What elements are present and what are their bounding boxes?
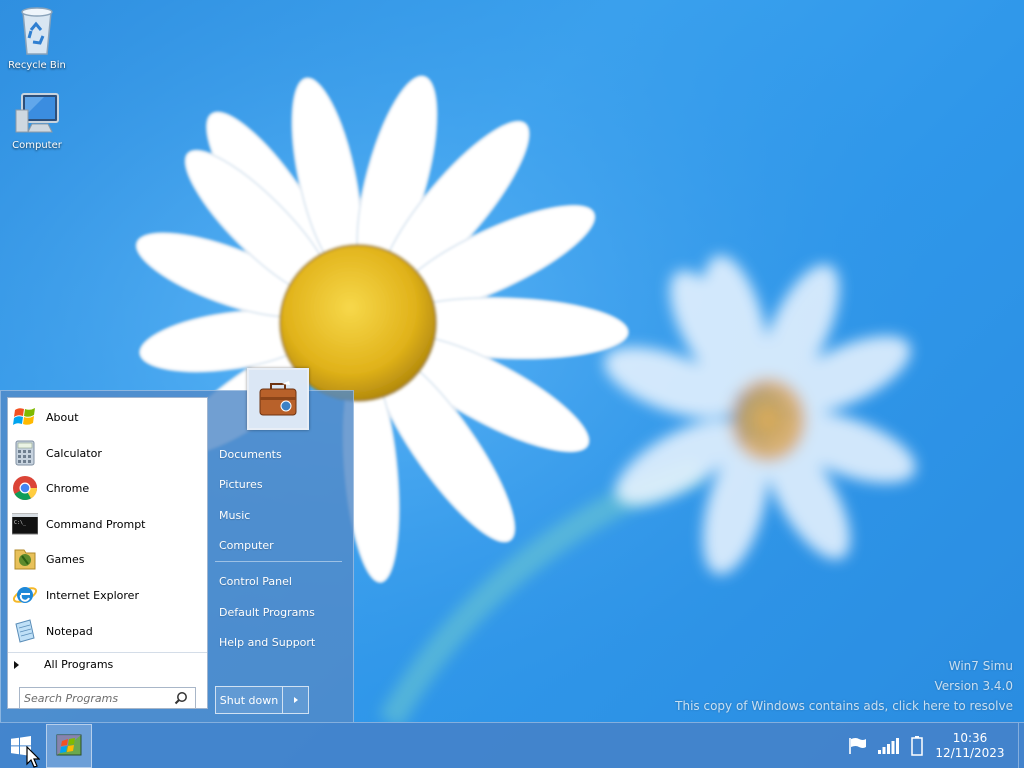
taskbar-pinned-app[interactable]	[46, 724, 92, 768]
watermark-product: Win7 Simu	[948, 659, 1013, 673]
expand-arrow-icon	[14, 660, 19, 669]
briefcase-icon	[259, 381, 297, 416]
desktop-icon-computer[interactable]: Computer	[0, 92, 74, 151]
program-label: Calculator	[46, 446, 102, 460]
notepad-icon	[15, 619, 35, 643]
taskbar: 10:36 12/11/2023	[0, 722, 1024, 768]
taskbar-clock[interactable]: 10:36 12/11/2023	[930, 731, 1010, 761]
chrome-icon	[13, 476, 37, 501]
action-center-flag-icon	[849, 738, 866, 754]
battery-icon	[911, 736, 923, 756]
internet-explorer-icon	[12, 587, 38, 603]
chevron-right-icon	[293, 697, 298, 703]
program-item-command-prompt[interactable]: C:\_ Command Prompt	[8, 507, 207, 541]
action-center-button[interactable]	[848, 735, 868, 757]
mouse-cursor-icon	[26, 746, 40, 768]
desktop-icon-label: Computer	[12, 140, 62, 151]
desktop-icon-label: Recycle Bin	[8, 60, 66, 71]
program-label: About	[46, 410, 79, 424]
windows-flag-icon	[13, 408, 35, 425]
watermark-notice[interactable]: This copy of Windows contains ads, click…	[675, 696, 1013, 716]
desktop-icon-recycle-bin[interactable]: Recycle Bin	[0, 4, 74, 71]
program-label: Internet Explorer	[46, 588, 139, 602]
all-programs-button[interactable]: All Programs	[8, 652, 207, 676]
start-link-default-programs[interactable]: Default Programs	[215, 599, 343, 625]
battery-button[interactable]	[910, 735, 924, 757]
shut-down-button[interactable]: Shut down	[215, 686, 283, 714]
user-picture[interactable]	[247, 368, 309, 430]
program-label: Games	[46, 552, 85, 566]
all-programs-label: All Programs	[44, 658, 114, 671]
signal-bars-icon	[878, 738, 899, 754]
games-icon	[14, 549, 36, 570]
program-item-notepad[interactable]: Notepad	[8, 614, 207, 648]
program-label: Chrome	[46, 481, 90, 495]
shut-down-options-button[interactable]	[283, 686, 309, 714]
search-icon[interactable]	[174, 691, 188, 705]
activation-watermark[interactable]: Win7 Simu Version 3.4.0 This copy of Win…	[675, 656, 1013, 716]
program-item-chrome[interactable]: Chrome	[8, 471, 207, 505]
program-label: Command Prompt	[46, 517, 146, 531]
program-label: Notepad	[46, 624, 93, 638]
start-link-documents[interactable]: Documents	[215, 441, 343, 467]
show-desktop-button[interactable]	[1018, 723, 1024, 768]
start-menu: About Calculator Chrome C:\_ Command Pro…	[0, 368, 354, 722]
start-link-help-and-support[interactable]: Help and Support	[215, 629, 343, 655]
start-link-computer[interactable]: Computer	[215, 532, 343, 558]
start-link-music[interactable]: Music	[215, 502, 343, 528]
start-menu-separator	[215, 561, 342, 562]
recycle-bin-icon	[21, 7, 53, 55]
program-item-about[interactable]: About	[8, 400, 207, 434]
computer-icon	[15, 93, 59, 133]
clock-date: 12/11/2023	[935, 746, 1005, 760]
program-item-games[interactable]: Games	[8, 542, 207, 576]
svg-text:C:\_: C:\_	[14, 520, 27, 526]
watermark-version: Version 3.4.0	[934, 679, 1013, 693]
search-programs-box[interactable]	[19, 687, 196, 709]
start-link-pictures[interactable]: Pictures	[215, 471, 343, 497]
program-item-calculator[interactable]: Calculator	[8, 436, 207, 470]
start-link-control-panel[interactable]: Control Panel	[215, 568, 343, 594]
search-programs-input[interactable]	[24, 689, 174, 707]
network-button[interactable]	[877, 735, 899, 757]
clock-time: 10:36	[952, 731, 988, 745]
calculator-icon	[15, 440, 35, 466]
program-item-internet-explorer[interactable]: Internet Explorer	[8, 578, 207, 612]
win7-simu-app-icon	[56, 734, 82, 756]
command-prompt-icon: C:\_	[12, 513, 38, 535]
programs-pane: About Calculator Chrome C:\_ Command Pro…	[7, 397, 208, 709]
